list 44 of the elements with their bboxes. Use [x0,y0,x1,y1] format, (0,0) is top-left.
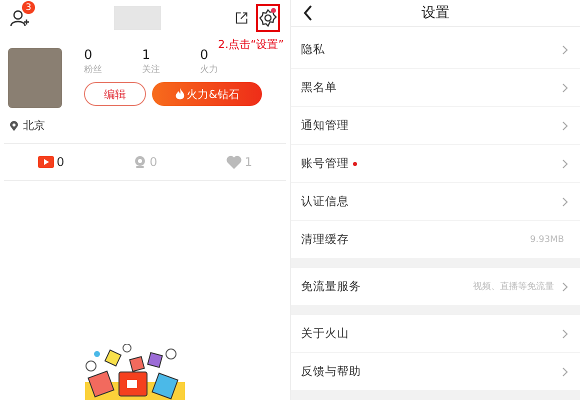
location-pin-icon [10,120,18,130]
settings-label: 免流量服务 [301,279,361,294]
settings-title: 设置 [420,4,450,22]
content-tab[interactable]: 0 [4,144,98,180]
settings-row[interactable]: 免流量服务 视频、直播等免流量 [291,268,580,306]
settings-label: 认证信息 [301,194,349,209]
settings-value: 视频、直播等免流量 [473,280,554,293]
stat-label: 关注 [142,64,161,76]
settings-row[interactable]: 通知管理 [291,107,580,145]
settings-label: 通知管理 [301,118,349,133]
flame-icon [174,88,185,100]
edit-button[interactable]: 编辑 [84,82,146,106]
stat-value: 1 [142,48,152,63]
stat-label: 粉丝 [84,64,103,76]
settings-row[interactable]: 清理缓存 9.93MB [291,221,580,259]
stat-label: 火力 [200,64,219,76]
back-icon[interactable] [303,4,313,21]
settings-row[interactable]: 关于火山 [291,315,580,353]
settings-label: 清理缓存 [301,232,349,247]
heart-icon [226,155,242,169]
settings-icon[interactable] [258,8,278,28]
settings-value: 9.93MB [530,234,564,244]
settings-label: 隐私 [301,42,325,57]
annotation-text: 2.点击“设置” [218,37,284,52]
settings-row[interactable]: 黑名单 [291,69,580,107]
settings-label: 黑名单 [301,80,337,95]
blurred-name-placeholder [114,6,161,30]
notification-dot [271,8,276,13]
camera-icon [132,155,147,169]
settings-row[interactable]: 认证信息 [291,183,580,221]
settings-label: 反馈与帮助 [301,364,361,379]
settings-label: 账号管理 [301,156,349,171]
fire-diamond-button[interactable]: 火力&钻石 [152,82,262,106]
stat-value: 0 [200,48,210,63]
settings-label: 关于火山 [301,326,349,341]
settings-row[interactable]: 账号管理 [291,145,580,183]
settings-row[interactable]: 隐私 [291,31,580,69]
stat-value: 0 [84,48,94,63]
avatar-placeholder [8,48,62,108]
location-text: 北京 [23,118,45,133]
settings-row[interactable]: 反馈与帮助 [291,353,580,391]
video-icon [38,156,54,168]
add-friend-icon[interactable] [10,9,30,27]
notification-badge: 3 [22,1,35,14]
